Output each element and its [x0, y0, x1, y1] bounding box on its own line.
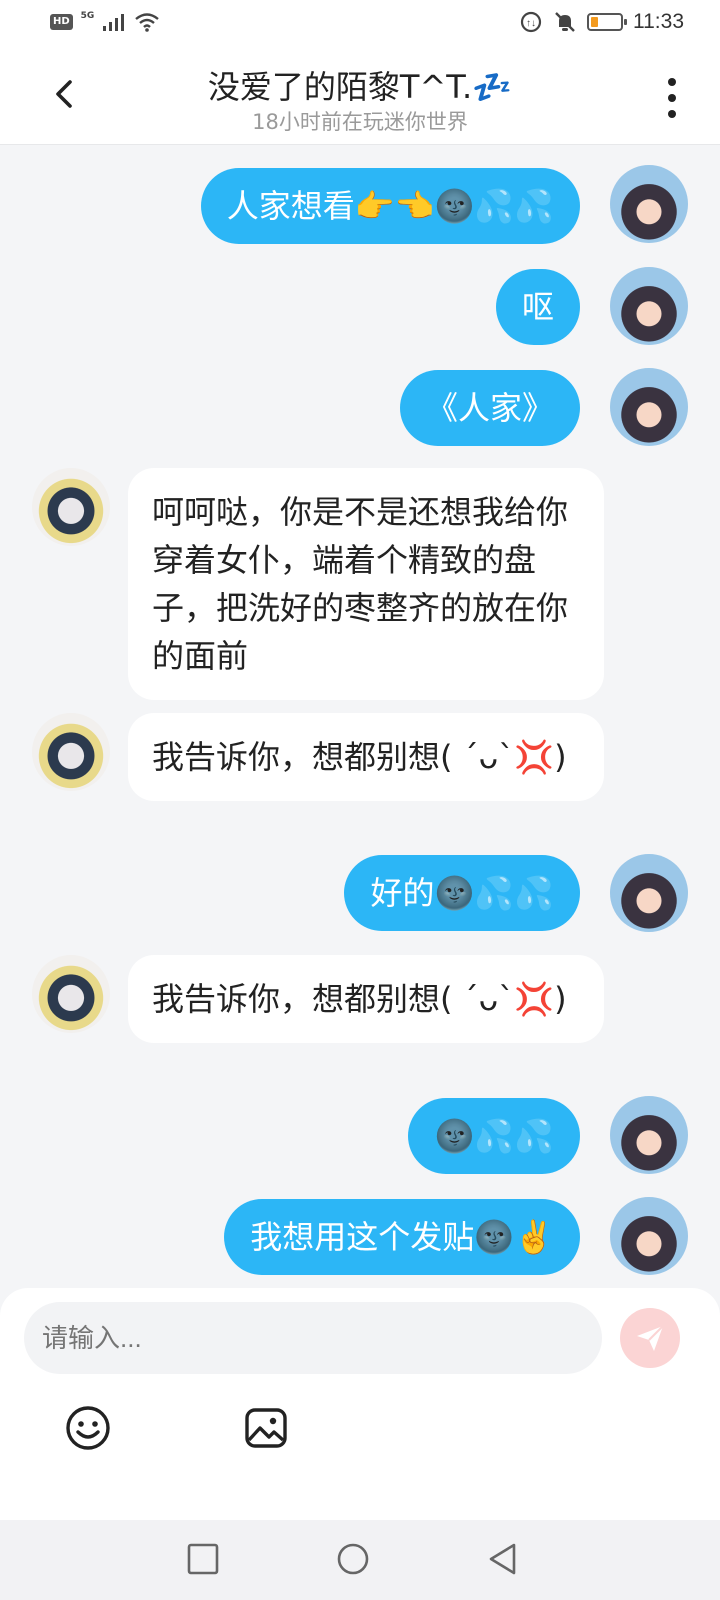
- battery-icon: [587, 13, 627, 31]
- data-saver-icon: ↑↓: [520, 11, 542, 33]
- contact-message-bubble[interactable]: 我告诉你，想都别想( ´ᴗ`💢): [128, 713, 604, 801]
- emoji-icon[interactable]: [64, 1404, 112, 1452]
- contact-message-bubble[interactable]: 我告诉你，想都别想( ´ᴗ`💢): [128, 955, 604, 1043]
- my-message-bubble[interactable]: 《人家》: [399, 370, 580, 446]
- network-type: 5G: [80, 11, 95, 21]
- home-icon[interactable]: [336, 1542, 370, 1576]
- contact-avatar[interactable]: [32, 713, 110, 791]
- my-message-bubble[interactable]: 人家想看👉👈🌚💦💦: [200, 168, 580, 244]
- send-button[interactable]: [620, 1308, 680, 1368]
- contact-status: 18小时前在玩迷你世界: [252, 110, 468, 134]
- message-row: 🌚💦💦: [0, 1096, 720, 1176]
- contact-avatar[interactable]: [32, 955, 110, 1033]
- recent-apps-icon[interactable]: [186, 1542, 220, 1576]
- wifi-icon: [135, 13, 160, 32]
- status-bar-left: HD 5G: [50, 11, 160, 32]
- my-avatar[interactable]: [610, 368, 688, 446]
- my-avatar[interactable]: [610, 165, 688, 243]
- status-bar-right: ↑↓ 11:33: [519, 10, 684, 34]
- my-avatar[interactable]: [610, 267, 688, 345]
- message-composer: [0, 1288, 720, 1520]
- my-avatar[interactable]: [610, 1197, 688, 1275]
- my-avatar[interactable]: [610, 854, 688, 932]
- signal-icon: [103, 14, 125, 31]
- contact-message-bubble[interactable]: 呵呵哒，你是不是还想我给你穿着女仆，端着个精致的盘子，把洗好的枣整齐的放在你的面…: [128, 468, 604, 700]
- message-row: 呵呵哒，你是不是还想我给你穿着女仆，端着个精致的盘子，把洗好的枣整齐的放在你的面…: [0, 468, 720, 700]
- chat-header: 没爱了的陌黎T^T.💤 18小时前在玩迷你世界: [0, 48, 720, 145]
- my-avatar[interactable]: [610, 1096, 688, 1174]
- mute-icon: [555, 12, 575, 32]
- svg-text:↑↓: ↑↓: [526, 18, 536, 29]
- contact-name: 没爱了的陌黎T^T.💤: [207, 68, 513, 106]
- message-row: 好的🌚💦💦: [0, 854, 720, 934]
- message-list[interactable]: 人家想看👉👈🌚💦💦 呕 《人家》 呵呵哒，你是不是还想我给你穿着女仆，端着个精致…: [0, 145, 720, 1312]
- message-row: 呕: [0, 267, 720, 347]
- status-bar: HD 5G ↑↓ 11:33: [0, 0, 720, 48]
- my-message-bubble[interactable]: 我想用这个发贴🌚✌️: [224, 1199, 580, 1275]
- my-message-bubble[interactable]: 呕: [495, 269, 580, 345]
- message-row: 我告诉你，想都别想( ´ᴗ`💢): [0, 955, 720, 1075]
- image-icon[interactable]: [242, 1404, 290, 1452]
- message-row: 《人家》: [0, 368, 720, 448]
- contact-avatar[interactable]: [32, 468, 110, 546]
- back-nav-icon[interactable]: [486, 1542, 520, 1576]
- hd-badge: HD: [50, 14, 73, 30]
- my-message-bubble[interactable]: 🌚💦💦: [408, 1098, 580, 1174]
- message-row: 人家想看👉👈🌚💦💦: [0, 165, 720, 245]
- message-row: 我想用这个发贴🌚✌️: [0, 1197, 720, 1277]
- send-icon: [637, 1325, 664, 1351]
- my-message-bubble[interactable]: 好的🌚💦💦: [344, 855, 580, 931]
- message-row: 我告诉你，想都别想( ´ᴗ`💢): [0, 713, 720, 833]
- clock: 11:33: [633, 10, 684, 33]
- system-nav-bar: [0, 1520, 720, 1600]
- more-options-icon[interactable]: [662, 78, 682, 118]
- message-input[interactable]: [24, 1302, 602, 1374]
- battery-level: [591, 17, 598, 27]
